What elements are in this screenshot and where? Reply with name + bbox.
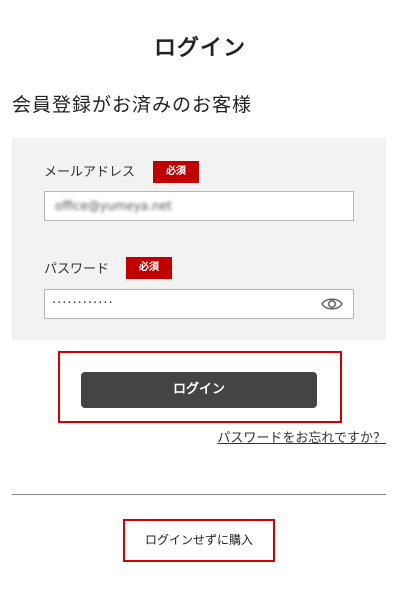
- forgot-password-link[interactable]: パスワードをお忘れですか？: [217, 427, 386, 446]
- section-title: 会員登録がお済みのお客様: [12, 94, 253, 116]
- guest-purchase-link[interactable]: ログインせずに購入: [123, 519, 275, 562]
- login-page: ログイン 会員登録がお済みのお客様 メールアドレス 必須 office@yume…: [0, 0, 400, 596]
- password-value: ············: [52, 296, 114, 311]
- email-value: office@yumeya.net: [55, 199, 172, 213]
- password-required-badge: 必須: [126, 257, 172, 279]
- email-field[interactable]: office@yumeya.net: [44, 191, 354, 221]
- page-title: ログイン: [153, 36, 246, 61]
- login-form-panel: メールアドレス 必須 office@yumeya.net パスワード 必須 ··…: [12, 138, 386, 340]
- password-label: パスワード: [44, 262, 110, 277]
- eye-icon[interactable]: [321, 296, 343, 312]
- email-required-badge: 必須: [153, 161, 199, 183]
- login-button[interactable]: ログイン: [81, 372, 317, 408]
- email-label: メールアドレス: [44, 165, 136, 180]
- divider: [12, 494, 386, 495]
- password-field[interactable]: ············: [44, 289, 354, 319]
